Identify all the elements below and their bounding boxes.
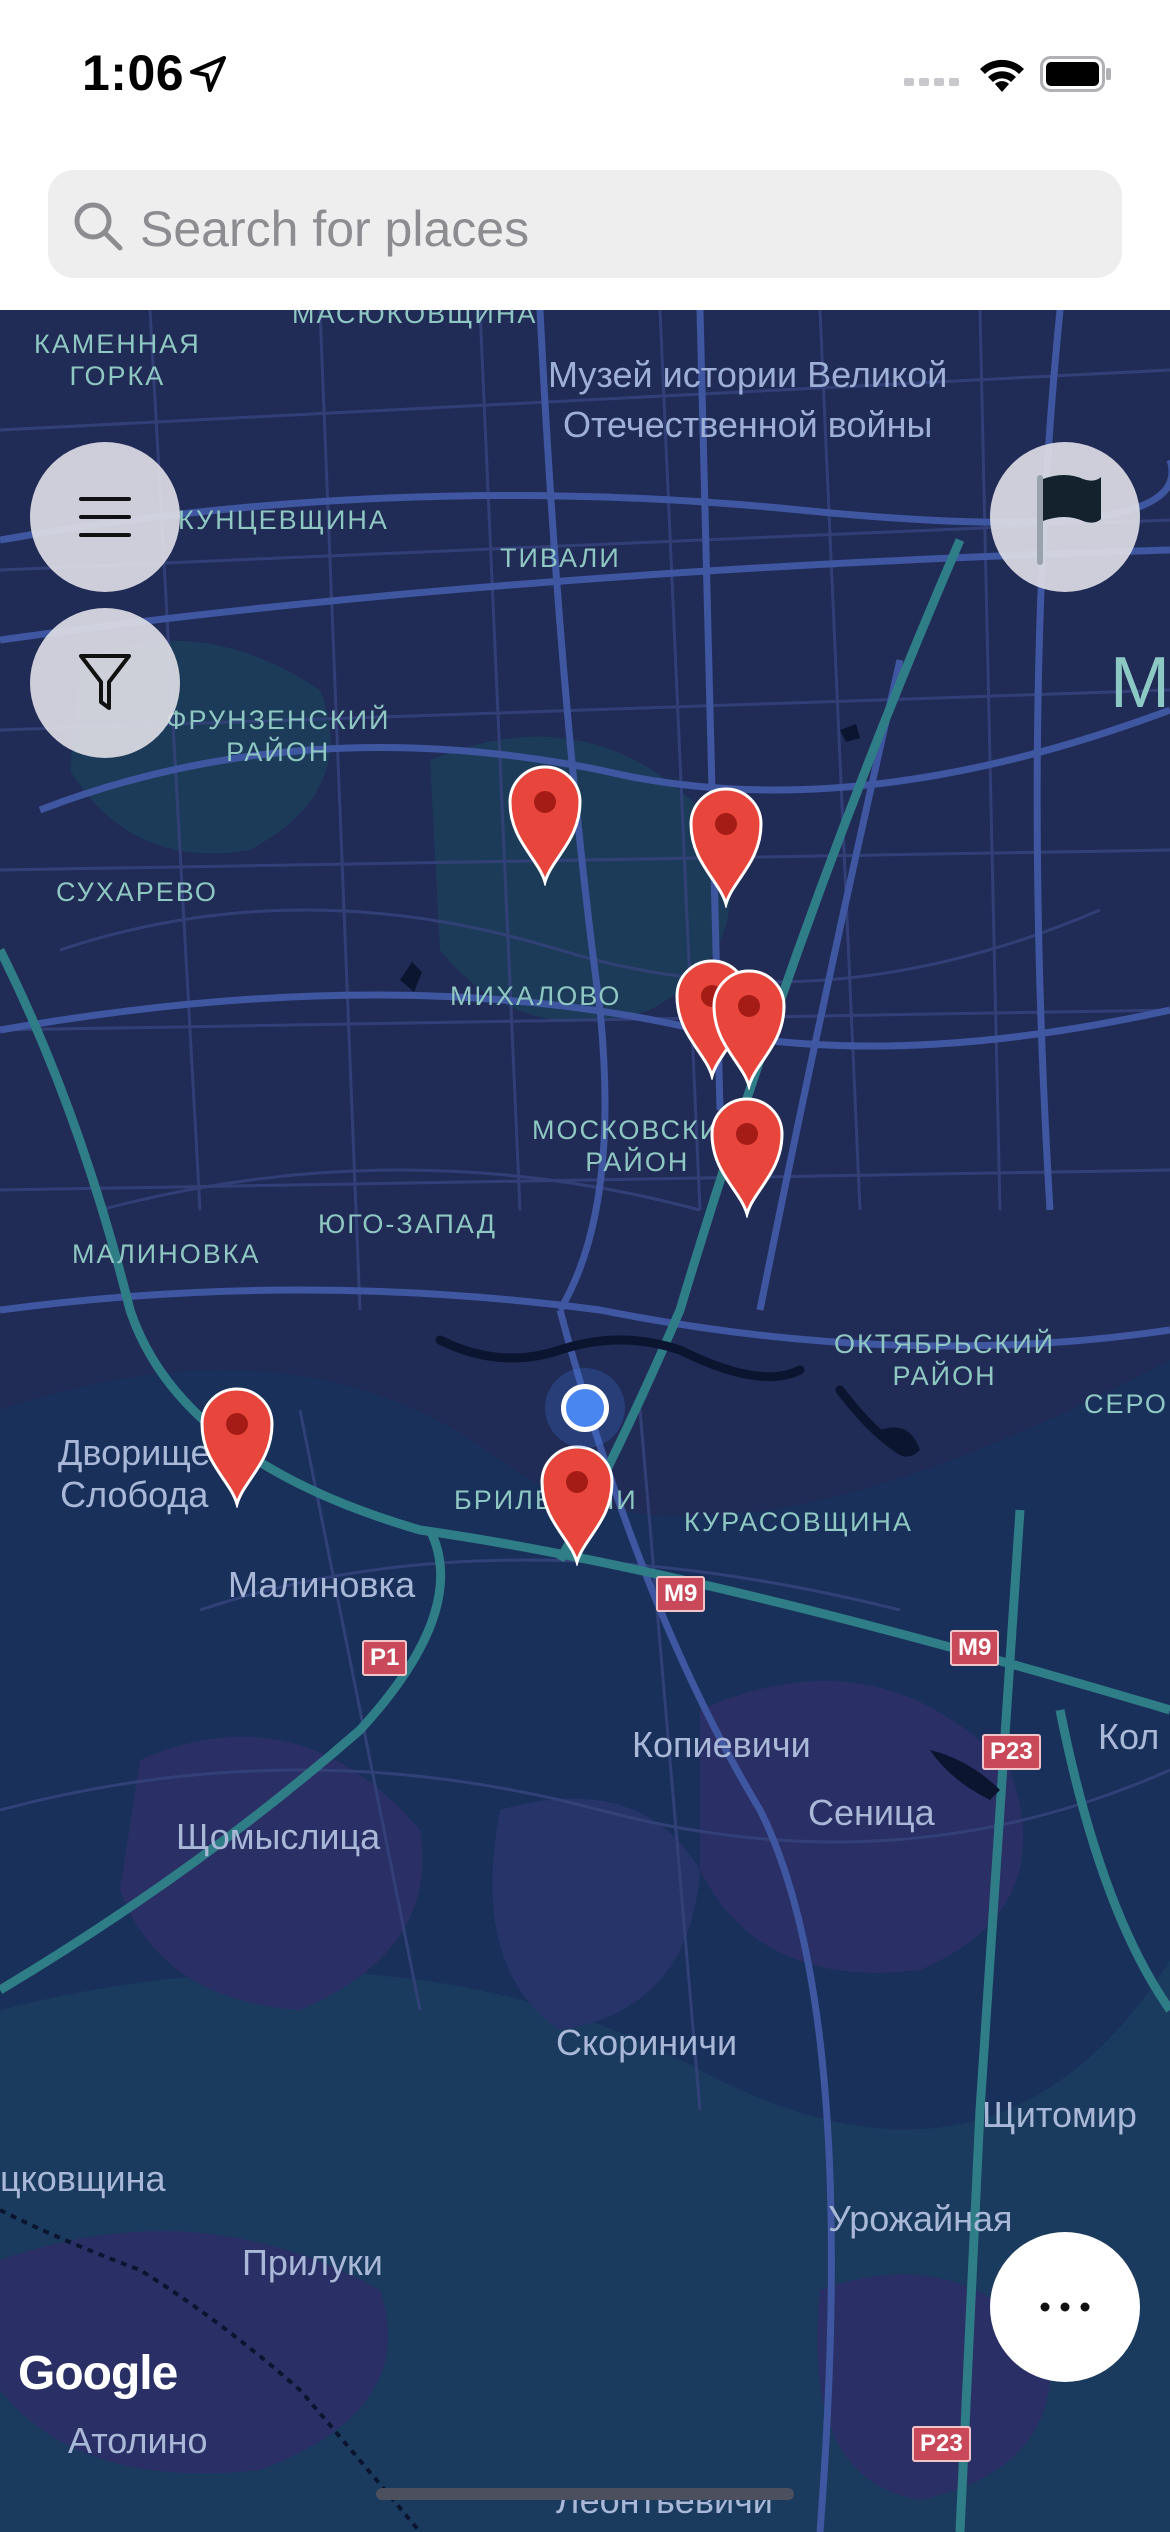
label-priluki: Прилуки — [242, 2242, 383, 2283]
filter-icon — [79, 654, 131, 710]
label-mikhalovo: МИХАЛОВО — [450, 981, 622, 1011]
user-location-dot — [545, 1368, 625, 1448]
label-masyukovshchina: МАСЮКОВЩИНА — [292, 310, 538, 329]
search-input[interactable]: Search for places — [48, 170, 1122, 278]
road-badge: P23 — [912, 2426, 971, 2462]
flag-icon — [1037, 475, 1101, 565]
label-kol: Кол — [1098, 1716, 1160, 1757]
label-oktyabrsky: ОКТЯБРЬСКИЙ РАЙОН — [834, 1329, 1056, 1391]
label-tivali: ТИВАЛИ — [500, 543, 621, 573]
label-malinovka-district: МАЛИНОВКА — [72, 1239, 261, 1269]
map-view[interactable]: МАСЮКОВЩИНА КАМЕННАЯ ГОРКА Музей истории… — [0, 310, 1170, 2532]
label-shchitomir: Щитомир — [982, 2094, 1137, 2135]
label-atolino: Атолино — [68, 2420, 208, 2461]
wifi-icon — [980, 59, 1024, 92]
search-area: Search for places — [0, 150, 1170, 310]
label-kamennaya-gorka: КАМЕННАЯ ГОРКА — [34, 329, 201, 391]
label-frunzensky: ФРУНЗЕНСКИЙ РАЙОН — [166, 705, 391, 767]
flag-button[interactable] — [990, 442, 1140, 592]
label-senitsa: Сеница — [808, 1792, 935, 1833]
menu-button[interactable] — [30, 442, 180, 592]
map-marker[interactable] — [710, 966, 788, 1090]
google-attribution: Google — [18, 2347, 178, 2400]
label-kuntsevshchina: КУНЦЕВЩИНА — [178, 505, 389, 535]
road-badge: M9 — [656, 1576, 706, 1612]
status-time: 1:06 — [82, 45, 185, 101]
cellular-signal-icon — [904, 78, 959, 86]
label-malinovka: Малиновка — [228, 1564, 416, 1605]
label-big-m: М — [1110, 643, 1170, 723]
filter-button[interactable] — [30, 608, 180, 758]
map-marker[interactable] — [687, 784, 765, 908]
menu-icon — [79, 497, 131, 537]
label-skorinichi: Скориничи — [556, 2022, 738, 2063]
label-sero: СЕРО — [1084, 1389, 1168, 1419]
road-badge: M9 — [950, 1630, 1000, 1666]
road-badge: P1 — [362, 1640, 408, 1676]
search-placeholder: Search for places — [140, 201, 530, 257]
label-shchomyslitsa: Щомыслица — [176, 1816, 381, 1857]
map-marker[interactable] — [198, 1384, 276, 1508]
more-icon — [1040, 2302, 1090, 2312]
map-marker[interactable] — [708, 1094, 786, 1218]
battery-icon — [1040, 56, 1111, 92]
label-museum: Музей истории Великой Отечественной войн… — [548, 354, 948, 445]
label-sukharevo: СУХАРЕВО — [56, 877, 218, 907]
search-icon — [74, 202, 123, 251]
location-arrow-icon — [190, 56, 226, 92]
more-button[interactable] — [990, 2232, 1140, 2382]
map-marker[interactable] — [506, 762, 584, 886]
label-kopievichi: Копиевичи — [632, 1724, 811, 1765]
label-dvorishche: Дворище Слобода — [58, 1432, 211, 1515]
label-leontyevichi: Леонтьевичи — [556, 2480, 773, 2521]
label-yugo-zapad: ЮГО-ЗАПАД — [318, 1209, 497, 1239]
map-marker[interactable] — [538, 1442, 616, 1566]
home-indicator[interactable] — [376, 2488, 794, 2500]
label-tskovshchina: цковщина — [0, 2158, 166, 2199]
status-bar: 1:06 — [0, 0, 1170, 150]
road-badge: P23 — [982, 1734, 1041, 1770]
label-urozhaynaya: Урожайная — [828, 2198, 1013, 2239]
label-kurasovshchina: КУРАСОВЩИНА — [684, 1507, 913, 1537]
